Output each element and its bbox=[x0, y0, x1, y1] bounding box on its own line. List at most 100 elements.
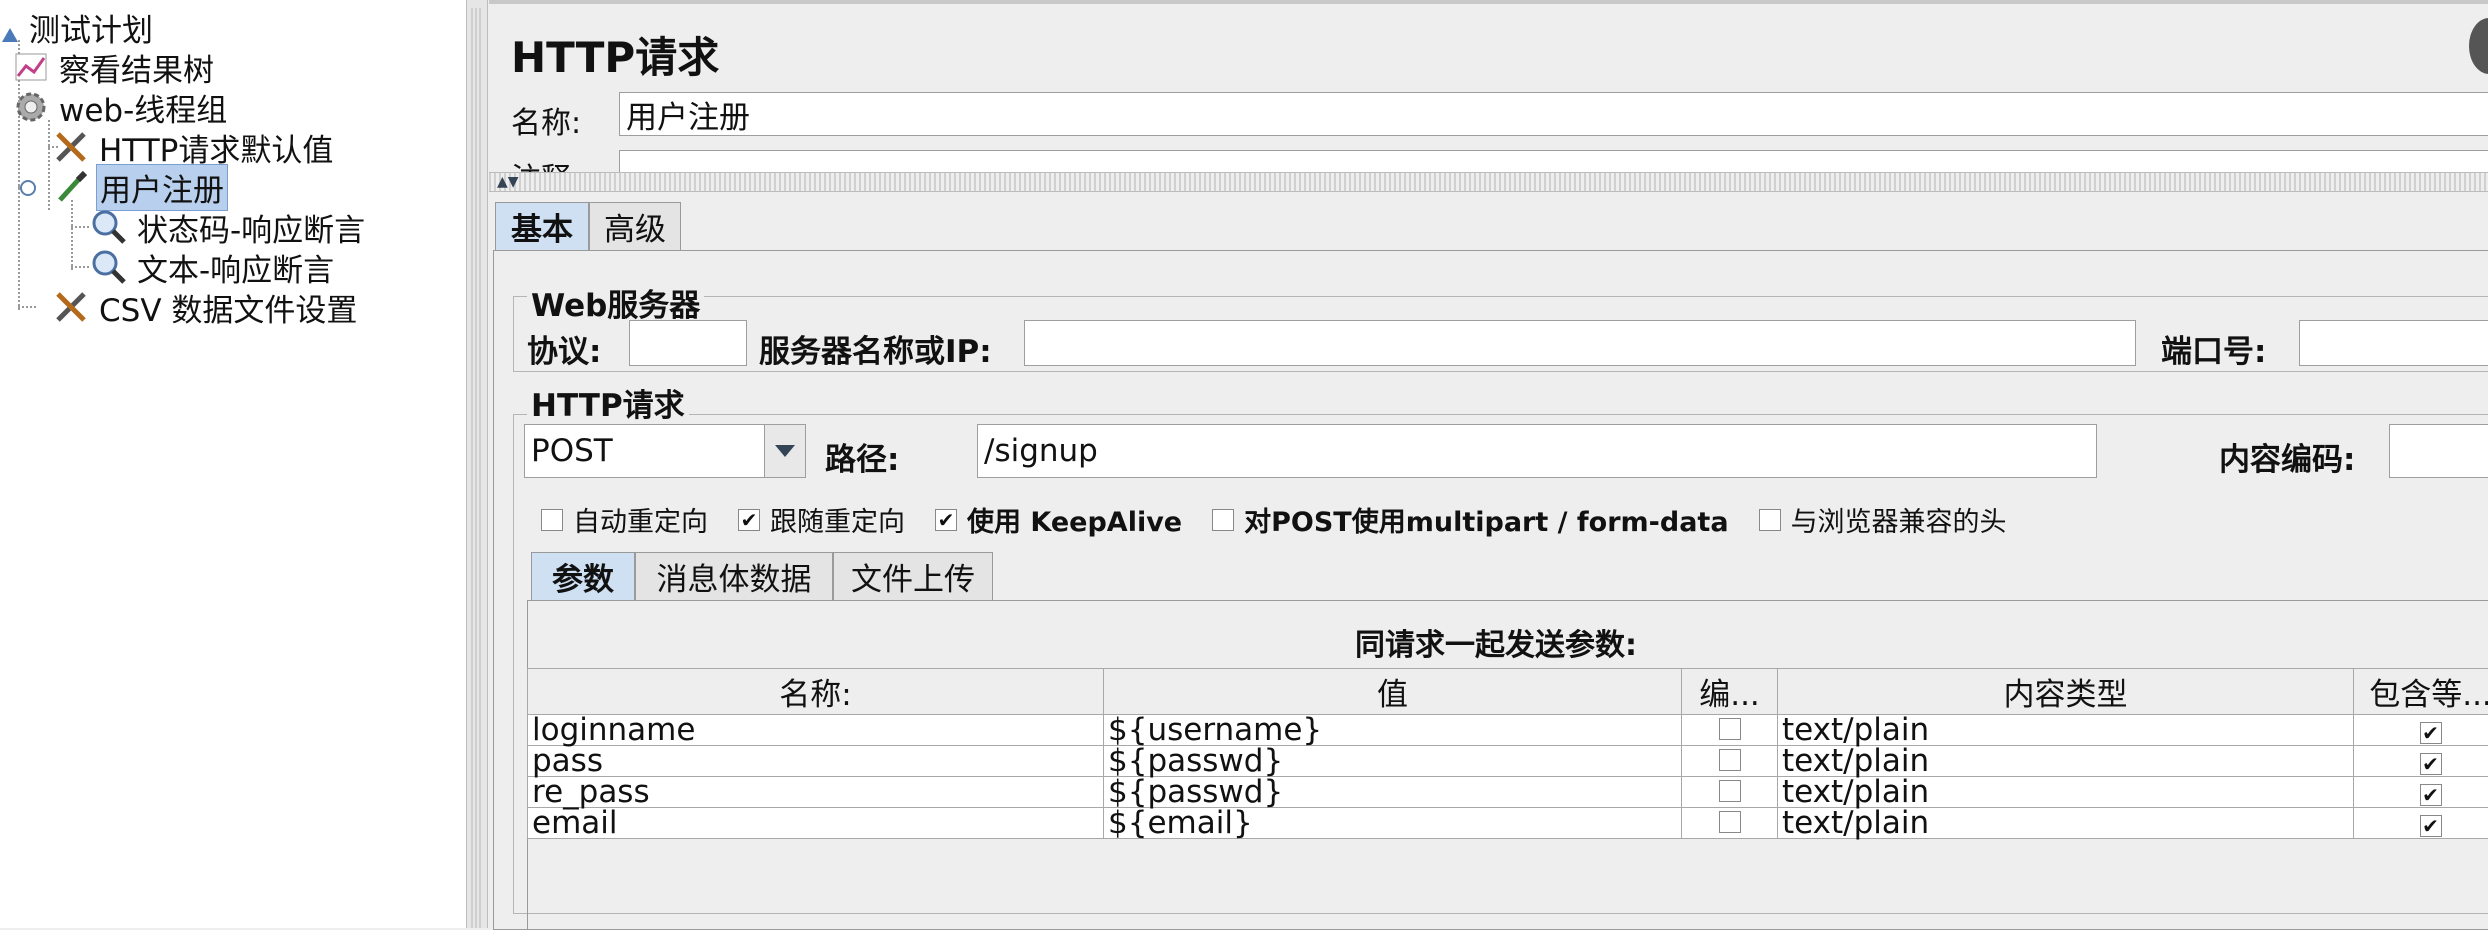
column-header-value[interactable]: 值 bbox=[1104, 669, 1682, 715]
param-name[interactable]: email bbox=[528, 808, 1104, 839]
subtab-body-data[interactable]: 消息体数据 bbox=[635, 552, 833, 600]
name-label: 名称: bbox=[511, 98, 581, 142]
auto-redirect-checkbox[interactable] bbox=[541, 509, 563, 531]
tree-root[interactable]: 测试计划 bbox=[0, 8, 156, 46]
params-caption: 同请求一起发送参数: bbox=[1355, 620, 1637, 664]
table-row[interactable]: email ${email} text/plain ✔ bbox=[528, 808, 2488, 839]
test-plan-icon bbox=[0, 8, 20, 46]
param-content-type[interactable]: text/plain bbox=[1778, 808, 2354, 839]
table-row[interactable]: re_pass ${passwd} text/plain ✔ bbox=[528, 777, 2488, 808]
browser-headers-checkbox[interactable] bbox=[1759, 509, 1781, 531]
port-input[interactable] bbox=[2299, 320, 2488, 366]
include-equals-checkbox[interactable]: ✔ bbox=[2420, 784, 2442, 806]
split-arrows-icon[interactable]: ▲▼ bbox=[497, 174, 519, 190]
table-header-row: 名称: 值 编... 内容类型 包含等... bbox=[528, 669, 2488, 715]
follow-redirect-option[interactable]: ✔跟随重定向 bbox=[738, 500, 905, 539]
chevron-down-icon[interactable] bbox=[764, 425, 805, 477]
subtab-file-upload[interactable]: 文件上传 bbox=[833, 552, 993, 600]
keepalive-checkbox[interactable]: ✔ bbox=[935, 509, 957, 531]
method-value: POST bbox=[531, 433, 613, 469]
tree-item-label: CSV 数据文件设置 bbox=[96, 285, 360, 330]
subtab-parameters[interactable]: 参数 bbox=[531, 552, 635, 600]
tree-item-label: 用户注册 bbox=[96, 164, 228, 211]
web-server-legend: Web服务器 bbox=[527, 280, 704, 325]
tools-icon bbox=[52, 288, 90, 326]
param-value[interactable]: ${passwd} bbox=[1104, 777, 1682, 808]
param-content-type[interactable]: text/plain bbox=[1778, 715, 2354, 746]
help-icon[interactable] bbox=[2469, 18, 2488, 74]
split-divider[interactable]: ▲▼ bbox=[489, 172, 2488, 192]
server-name-input[interactable] bbox=[1024, 320, 2136, 366]
panel-splitter[interactable] bbox=[466, 0, 488, 928]
follow-redirect-option-auto[interactable]: 自动重定向 bbox=[541, 500, 708, 539]
tab-basic[interactable]: 基本 bbox=[495, 202, 589, 250]
encoding-input[interactable] bbox=[2389, 424, 2488, 478]
option-label: 使用 KeepAlive bbox=[967, 500, 1182, 539]
http-request-panel: HTTP请求 名称: 用户注册 注释: ▲▼ 基本 高级 Web服务器 协议: … bbox=[489, 0, 2488, 928]
tree-item-label: 察看结果树 bbox=[56, 45, 217, 90]
page-title: HTTP请求 bbox=[511, 24, 719, 85]
expand-handle-icon[interactable] bbox=[20, 180, 36, 196]
tree-root-label: 测试计划 bbox=[26, 5, 156, 50]
multipart-checkbox[interactable] bbox=[1212, 509, 1234, 531]
multipart-option[interactable]: 对POST使用multipart / form-data bbox=[1212, 500, 1728, 539]
pipette-icon bbox=[52, 168, 90, 206]
port-label: 端口号: bbox=[2161, 326, 2266, 371]
path-label: 路径: bbox=[825, 434, 899, 479]
browser-headers-option[interactable]: 与浏览器兼容的头 bbox=[1759, 500, 2007, 539]
param-content-type[interactable]: text/plain bbox=[1778, 746, 2354, 777]
option-label: 对POST使用multipart / form-data bbox=[1244, 500, 1728, 539]
param-value[interactable]: ${passwd} bbox=[1104, 746, 1682, 777]
column-header-include-equals[interactable]: 包含等... bbox=[2354, 669, 2488, 715]
options-row: 自动重定向 ✔跟随重定向 ✔ 使用 KeepAlive 对POST使用multip… bbox=[541, 500, 2037, 539]
column-header-content-type[interactable]: 内容类型 bbox=[1778, 669, 2354, 715]
follow-redirect-checkbox[interactable]: ✔ bbox=[738, 509, 760, 531]
encoding-label: 内容编码: bbox=[2219, 434, 2355, 479]
table-row[interactable]: pass ${passwd} text/plain ✔ bbox=[528, 746, 2488, 777]
server-name-label: 服务器名称或IP: bbox=[759, 326, 992, 371]
tab-advanced[interactable]: 高级 bbox=[589, 202, 681, 250]
column-header-encode[interactable]: 编... bbox=[1682, 669, 1778, 715]
option-label: 与浏览器兼容的头 bbox=[1791, 500, 2007, 539]
magnifier-icon bbox=[90, 208, 128, 246]
keepalive-option[interactable]: ✔ 使用 KeepAlive bbox=[935, 500, 1182, 539]
test-plan-tree[interactable]: 测试计划 察看结果树 web-线程组 HTTP请求默认值 用户注册 bbox=[0, 0, 466, 928]
tree-item-text-assertion[interactable]: 文本-响应断言 bbox=[90, 248, 337, 286]
tools-icon bbox=[52, 128, 90, 166]
tree-item-label: 文本-响应断言 bbox=[134, 245, 337, 290]
http-request-legend: HTTP请求 bbox=[527, 380, 689, 425]
param-name[interactable]: loginname bbox=[528, 715, 1104, 746]
tree-item-results-tree[interactable]: 察看结果树 bbox=[12, 48, 217, 86]
params-table[interactable]: 名称: 值 编... 内容类型 包含等... loginname ${usern… bbox=[527, 668, 2488, 839]
encode-checkbox[interactable] bbox=[1719, 811, 1741, 833]
param-name[interactable]: pass bbox=[528, 746, 1104, 777]
protocol-label: 协议: bbox=[527, 326, 601, 371]
param-value[interactable]: ${username} bbox=[1104, 715, 1682, 746]
tree-item-http-defaults[interactable]: HTTP请求默认值 bbox=[52, 128, 336, 166]
include-equals-checkbox[interactable]: ✔ bbox=[2420, 722, 2442, 744]
tree-item-thread-group[interactable]: web-线程组 bbox=[12, 88, 230, 126]
tree-item-label: 状态码-响应断言 bbox=[134, 205, 368, 250]
tree-item-csv-config[interactable]: CSV 数据文件设置 bbox=[52, 288, 360, 326]
tree-item-status-assertion[interactable]: 状态码-响应断言 bbox=[90, 208, 368, 246]
encode-checkbox[interactable] bbox=[1719, 749, 1741, 771]
comment-input[interactable] bbox=[619, 150, 2488, 172]
protocol-input[interactable] bbox=[629, 320, 747, 366]
table-row[interactable]: loginname ${username} text/plain ✔ bbox=[528, 715, 2488, 746]
param-value[interactable]: ${email} bbox=[1104, 808, 1682, 839]
encode-checkbox[interactable] bbox=[1719, 780, 1741, 802]
path-input[interactable]: /signup bbox=[977, 424, 2097, 478]
param-content-type[interactable]: text/plain bbox=[1778, 777, 2354, 808]
column-header-name[interactable]: 名称: bbox=[528, 669, 1104, 715]
tree-item-label: web-线程组 bbox=[56, 85, 230, 130]
include-equals-checkbox[interactable]: ✔ bbox=[2420, 815, 2442, 837]
tree-item-user-signup[interactable]: 用户注册 bbox=[52, 168, 228, 206]
method-select[interactable]: POST bbox=[524, 424, 806, 478]
magnifier-icon bbox=[90, 248, 128, 286]
encode-checkbox[interactable] bbox=[1719, 718, 1741, 740]
include-equals-checkbox[interactable]: ✔ bbox=[2420, 753, 2442, 775]
comment-label: 注释: bbox=[511, 154, 581, 172]
option-label: 自动重定向 bbox=[573, 500, 708, 539]
name-input[interactable]: 用户注册 bbox=[619, 92, 2488, 136]
param-name[interactable]: re_pass bbox=[528, 777, 1104, 808]
